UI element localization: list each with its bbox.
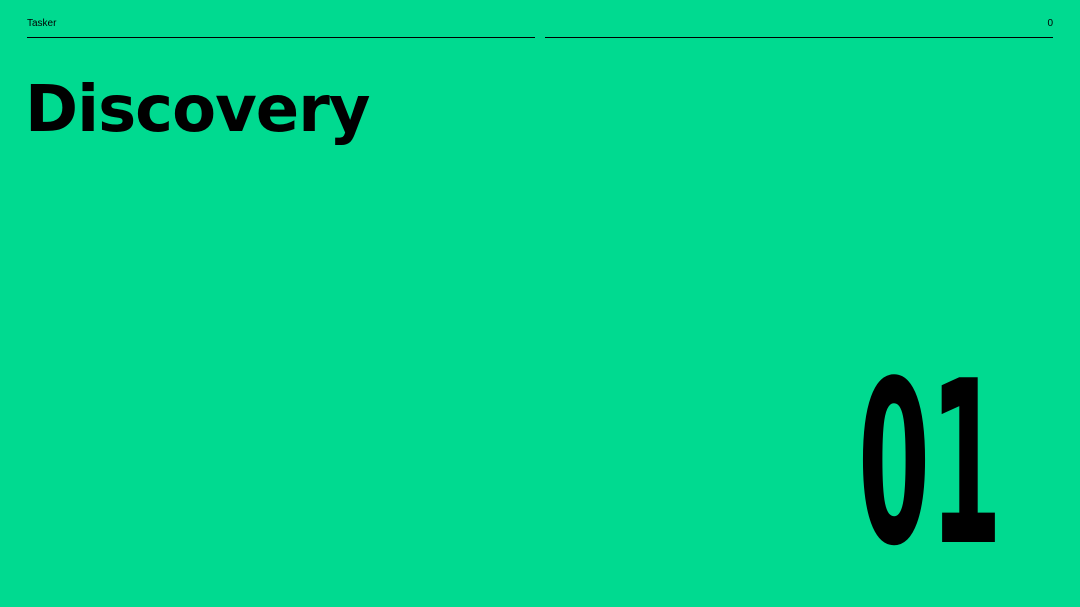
section-number: 01: [858, 356, 1002, 556]
presentation-slide: Tasker 0 Discovery 01: [0, 0, 1080, 607]
header-right: 0: [545, 17, 1053, 38]
header-divider-left: [27, 37, 535, 38]
header-divider-right: [545, 37, 1053, 38]
brand-label: Tasker: [27, 18, 57, 29]
section-number-text: 01: [858, 356, 1002, 556]
slide-title: Discovery: [25, 73, 370, 147]
page-number: 0: [1047, 18, 1053, 29]
header-left: Tasker: [27, 17, 535, 38]
